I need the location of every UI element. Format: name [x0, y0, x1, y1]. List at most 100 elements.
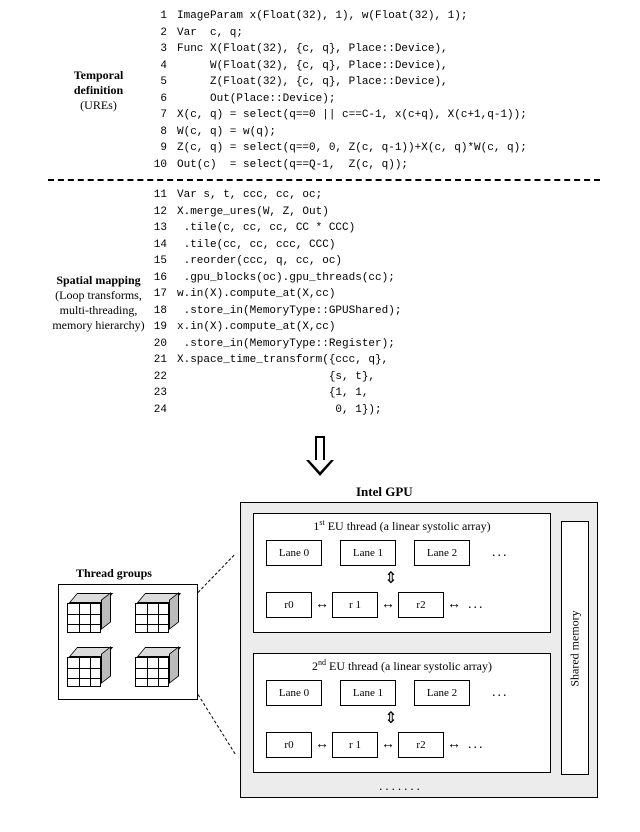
line-number: 22: [153, 369, 177, 386]
code-text: Var c, q;: [177, 25, 600, 42]
line-number: 5: [153, 74, 177, 91]
code-text: .tile(cc, cc, ccc, CCC): [177, 237, 600, 254]
code-text: Var s, t, ccc, cc, oc;: [177, 187, 600, 204]
eu-thread-2: 2nd EU thread (a linear systolic array) …: [253, 653, 551, 773]
figure-container: Temporal definition (UREs) 1ImageParam x…: [48, 8, 600, 418]
code-line: 10Out(c) = select(q==Q-1, Z(c, q));: [153, 157, 600, 174]
line-number: 4: [153, 58, 177, 75]
reg-box: r2: [398, 592, 444, 618]
reg-box: r0: [266, 732, 312, 758]
code-line: 23 {1, 1,: [153, 385, 600, 402]
code-line: 16 .gpu_blocks(oc).gpu_threads(cc);: [153, 270, 600, 287]
ellipsis-row: .......: [375, 778, 427, 794]
line-number: 15: [153, 253, 177, 270]
line-number: 6: [153, 91, 177, 108]
lane-box: Lane 0: [266, 680, 322, 706]
line-number: 2: [153, 25, 177, 42]
line-number: 24: [153, 402, 177, 419]
double-arrow-vert-icon: ⇕: [382, 709, 400, 729]
reg-box: r0: [266, 592, 312, 618]
code-text: X(c, q) = select(q==0 || c==C-1, x(c+q),…: [177, 107, 600, 124]
code-text: w.in(X).compute_at(X,cc): [177, 286, 600, 303]
double-arrow-horiz-icon: ↔: [312, 598, 332, 612]
line-number: 18: [153, 303, 177, 320]
line-number: 17: [153, 286, 177, 303]
code-line: 1ImageParam x(Float(32), 1), w(Float(32)…: [153, 8, 600, 25]
code-text: X.merge_ures(W, Z, Out): [177, 204, 600, 221]
eu1-title: 1st EU thread (a linear systolic array): [254, 518, 550, 534]
code-line: 18 .store_in(MemoryType::GPUShared);: [153, 303, 600, 320]
code-line: 19x.in(X).compute_at(X,cc): [153, 319, 600, 336]
double-arrow-vert-icon: ⇕: [382, 569, 400, 589]
spatial-section: Spatial mapping (Loop transforms, multi-…: [48, 187, 600, 418]
line-number: 20: [153, 336, 177, 353]
cube-icon: [67, 647, 115, 687]
spatial-label: Spatial mapping (Loop transforms, multi-…: [48, 187, 153, 418]
code-line: 12X.merge_ures(W, Z, Out): [153, 204, 600, 221]
reg-row: r0 ↔ r 1 ↔ r2 ↔ ...: [266, 592, 538, 618]
line-number: 3: [153, 41, 177, 58]
code-text: 0, 1});: [177, 402, 600, 419]
lane-box: Lane 0: [266, 540, 322, 566]
code-text: x.in(X).compute_at(X,cc): [177, 319, 600, 336]
double-arrow-horiz-icon: ↔: [378, 738, 398, 752]
line-number: 9: [153, 140, 177, 157]
code-line: 22 {s, t},: [153, 369, 600, 386]
code-text: .store_in(MemoryType::GPUShared);: [177, 303, 600, 320]
lane-row: Lane 0 Lane 1 Lane 2 ...: [266, 680, 538, 706]
eu2-title: 2nd EU thread (a linear systolic array): [254, 658, 550, 674]
code-text: Z(Float(32), {c, q}, Place::Device),: [177, 74, 600, 91]
ellipsis: ...: [492, 685, 509, 701]
flow-arrow-down-icon: [306, 436, 334, 478]
code-line: 21X.space_time_transform({ccc, q},: [153, 352, 600, 369]
code-line: 7X(c, q) = select(q==0 || c==C-1, x(c+q)…: [153, 107, 600, 124]
code-line: 11Var s, t, ccc, cc, oc;: [153, 187, 600, 204]
line-number: 8: [153, 124, 177, 141]
reg-box: r 1: [332, 732, 378, 758]
line-number: 7: [153, 107, 177, 124]
ellipsis: ...: [468, 737, 485, 753]
shared-memory-box: Shared memory: [561, 521, 589, 775]
leader-line: [198, 555, 235, 593]
temporal-subtitle: (UREs): [48, 98, 149, 113]
ellipsis: ...: [492, 545, 509, 561]
code-line: 15 .reorder(ccc, q, cc, oc): [153, 253, 600, 270]
code-line: 4 W(Float(32), {c, q}, Place::Device),: [153, 58, 600, 75]
cube-icon: [67, 593, 115, 633]
temporal-section: Temporal definition (UREs) 1ImageParam x…: [48, 8, 600, 173]
line-number: 21: [153, 352, 177, 369]
code-text: Out(Place::Device);: [177, 91, 600, 108]
thread-groups-label: Thread groups: [76, 566, 152, 581]
code-text: .store_in(MemoryType::Register);: [177, 336, 600, 353]
line-number: 11: [153, 187, 177, 204]
code-line: 3Func X(Float(32), {c, q}, Place::Device…: [153, 41, 600, 58]
code-text: {1, 1,: [177, 385, 600, 402]
lane-box: Lane 2: [414, 680, 470, 706]
code-line: 13 .tile(c, cc, cc, CC * CCC): [153, 220, 600, 237]
code-text: Func X(Float(32), {c, q}, Place::Device)…: [177, 41, 600, 58]
line-number: 1: [153, 8, 177, 25]
code-text: W(Float(32), {c, q}, Place::Device),: [177, 58, 600, 75]
code-text: .gpu_blocks(oc).gpu_threads(cc);: [177, 270, 600, 287]
code-text: .reorder(ccc, q, cc, oc): [177, 253, 600, 270]
shared-memory-label: Shared memory: [568, 610, 583, 686]
code-text: .tile(c, cc, cc, CC * CCC): [177, 220, 600, 237]
cube-icon: [135, 593, 183, 633]
double-arrow-horiz-icon: ↔: [312, 738, 332, 752]
code-line: 6 Out(Place::Device);: [153, 91, 600, 108]
lane-row: Lane 0 Lane 1 Lane 2 ...: [266, 540, 538, 566]
code-line: 14 .tile(cc, cc, ccc, CCC): [153, 237, 600, 254]
temporal-label: Temporal definition (UREs): [48, 8, 153, 173]
gpu-diagram: Intel GPU Thread groups 1st EU thread (a…: [48, 484, 600, 820]
line-number: 19: [153, 319, 177, 336]
code-line: 17w.in(X).compute_at(X,cc): [153, 286, 600, 303]
cube-icon: [135, 647, 183, 687]
line-number: 23: [153, 385, 177, 402]
line-number: 13: [153, 220, 177, 237]
thread-groups-box: [58, 584, 198, 700]
temporal-title: Temporal definition: [48, 68, 149, 98]
line-number: 16: [153, 270, 177, 287]
reg-box: r 1: [332, 592, 378, 618]
section-divider: [48, 179, 600, 181]
code-line: 5 Z(Float(32), {c, q}, Place::Device),: [153, 74, 600, 91]
